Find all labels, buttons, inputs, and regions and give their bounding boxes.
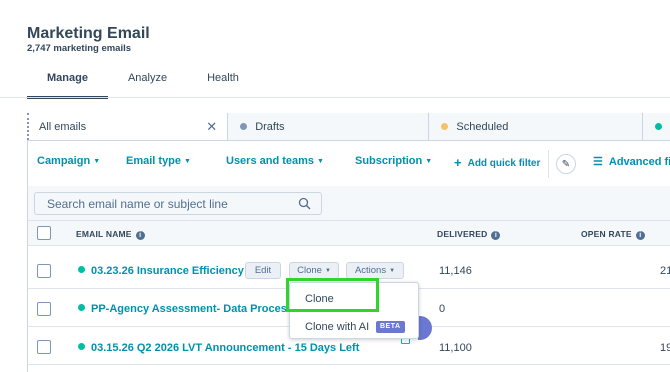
view-tab-scheduled[interactable]: Scheduled (429, 113, 644, 140)
delivered-header-label: DELIVERED (437, 229, 488, 239)
delivered-cell: 11,146 (439, 265, 472, 277)
chevron-down-icon: ▼ (93, 158, 101, 165)
users-teams-filter[interactable]: Users and teams ▼ (226, 155, 324, 167)
users-teams-filter-label: Users and teams (226, 155, 315, 167)
filter-divider (548, 150, 549, 178)
view-tabs: All emails ✕ Drafts Scheduled (27, 113, 670, 141)
email-name-link[interactable]: 03.15.26 Q2 2026 LVT Announcement - 15 D… (78, 342, 359, 354)
chevron-down-icon: ▼ (317, 158, 324, 165)
delivered-cell: 0 (439, 303, 446, 315)
search-placeholder: Search email name or subject line (47, 197, 228, 211)
subscription-filter[interactable]: Subscription ▼ (355, 155, 432, 167)
column-header-email-name[interactable]: EMAIL NAME i (76, 229, 145, 240)
column-header-open-rate[interactable]: OPEN RATE i (581, 229, 645, 240)
view-tab-drafts[interactable]: Drafts (228, 113, 430, 140)
open-rate-cell: 21 (660, 265, 670, 277)
open-rate-header-label: OPEN RATE (581, 229, 632, 239)
email-type-filter-label: Email type (126, 155, 182, 167)
view-tab-drafts-label: Drafts (255, 120, 285, 133)
view-tab-scheduled-label: Scheduled (456, 120, 509, 133)
beta-badge: BETA (376, 321, 405, 333)
info-icon: i (635, 231, 645, 240)
page-title: Marketing Email (27, 25, 150, 42)
scheduled-status-icon (441, 123, 449, 130)
chevron-down-icon: ▼ (425, 158, 433, 165)
main-tabs: Manage Analyze Health (27, 64, 259, 99)
search-icon (298, 197, 311, 210)
campaign-filter-label: Campaign (37, 155, 91, 167)
tab-manage[interactable]: Manage (27, 64, 108, 99)
email-name-text: PP-Agency Assessment- Data Processi (91, 303, 297, 315)
tab-analyze[interactable]: Analyze (108, 64, 187, 98)
email-name-text: 03.15.26 Q2 2026 LVT Announcement - 15 D… (91, 342, 360, 354)
page-subtitle: 2,747 marketing emails (27, 43, 132, 54)
view-tab-next[interactable] (643, 113, 670, 140)
email-name-link[interactable]: 03.23.26 Insurance Efficiency (78, 265, 244, 277)
view-tab-all-emails[interactable]: All emails ✕ (27, 113, 229, 140)
close-icon[interactable]: ✕ (206, 119, 217, 135)
subscription-filter-label: Subscription (355, 155, 423, 167)
actions-button-label: Actions (354, 265, 387, 276)
table-header: EMAIL NAME i DELIVERED i OPEN RATE i (28, 220, 670, 246)
email-name-text: 03.23.26 Insurance Efficiency (91, 265, 244, 277)
view-tab-all-label: All emails (39, 120, 87, 133)
open-rate-cell: 19 (660, 342, 670, 354)
advanced-filters-label: Advanced fi (608, 156, 670, 168)
edit-pencil-icon[interactable]: ✎ (556, 154, 576, 174)
plus-icon: + (454, 155, 462, 170)
info-icon: i (491, 231, 501, 240)
edit-button[interactable]: Edit (245, 262, 281, 279)
email-name-header-label: EMAIL NAME (76, 229, 132, 239)
menu-item-clone-with-ai[interactable]: Clone with AI (305, 321, 369, 333)
row-checkbox[interactable] (37, 264, 51, 278)
chevron-down-icon: ▼ (324, 267, 331, 274)
clone-button-label: Clone (297, 265, 322, 276)
column-header-delivered[interactable]: DELIVERED i (437, 229, 501, 240)
published-status-icon (78, 343, 85, 350)
chevron-down-icon: ▼ (389, 267, 396, 274)
actions-button[interactable]: Actions ▼ (346, 262, 404, 279)
filter-lines-icon: ☰ (593, 156, 603, 168)
email-type-filter[interactable]: Email type ▼ (126, 155, 191, 167)
add-quick-filter-label: Add quick filter (467, 158, 541, 169)
advanced-filters-button[interactable]: ☰ Advanced fi (593, 155, 670, 168)
email-name-link[interactable]: PP-Agency Assessment- Data Processi (78, 303, 296, 315)
add-quick-filter-button[interactable]: + Add quick filter (454, 155, 540, 170)
published-status-icon (655, 123, 663, 130)
chevron-down-icon: ▼ (184, 158, 191, 165)
info-icon: i (135, 231, 145, 240)
published-status-icon (78, 266, 85, 273)
select-all-checkbox[interactable] (37, 226, 51, 240)
tab-health[interactable]: Health (187, 64, 259, 98)
row-checkbox[interactable] (37, 302, 51, 316)
delivered-cell: 11,100 (439, 342, 472, 354)
highlight-box (286, 278, 379, 312)
row-checkbox[interactable] (37, 340, 51, 354)
drafts-status-icon (240, 123, 248, 130)
tabs-divider (0, 97, 670, 98)
campaign-filter[interactable]: Campaign ▼ (37, 155, 100, 167)
clone-button[interactable]: Clone ▼ (289, 262, 339, 279)
published-status-icon (78, 304, 85, 311)
search-input[interactable]: Search email name or subject line (34, 192, 322, 215)
